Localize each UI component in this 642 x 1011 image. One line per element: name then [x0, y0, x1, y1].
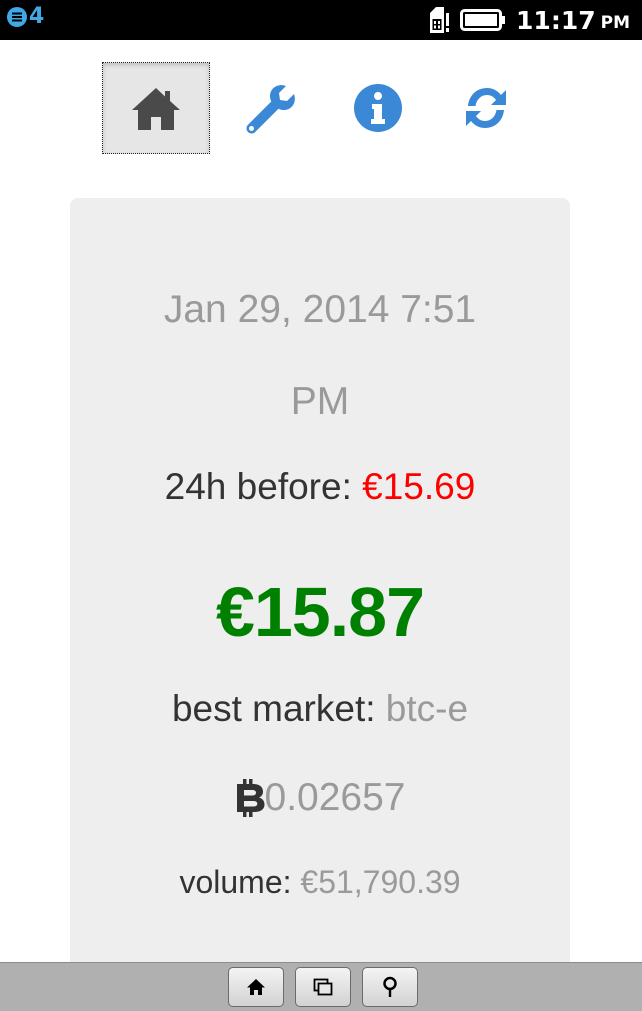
toolbar — [0, 40, 642, 180]
best-market: best market: btc-e — [70, 688, 570, 730]
wrench-icon — [246, 85, 295, 134]
market-label: best market: — [171, 688, 376, 729]
timestamp-line1: Jan 29, 2014 7:51 — [163, 288, 477, 331]
status-notifications[interactable]: 4 — [6, 6, 44, 28]
volume-label: volume: — [179, 864, 292, 900]
refresh-tab-button[interactable] — [432, 62, 540, 154]
home-tab-button[interactable] — [102, 62, 210, 154]
timestamp-line2: PM — [290, 380, 350, 423]
windows-icon — [313, 978, 333, 996]
status-right: 11:17 PM — [428, 4, 630, 36]
last-update-timestamp: Jan 29, 2014 7:51 PM — [70, 264, 570, 448]
clock-time: 11:17 — [516, 5, 596, 35]
home-icon — [247, 979, 265, 995]
before-value: €15.69 — [362, 466, 476, 507]
trading-volume: volume: €51,790.39 — [70, 864, 570, 901]
browser-location-button[interactable] — [362, 967, 418, 1007]
browser-bottom-bar — [0, 962, 642, 1011]
btc-rate: 0.02657 — [70, 776, 570, 820]
volume-value: €51,790.39 — [300, 864, 461, 900]
info-tab-button[interactable] — [324, 62, 432, 154]
clock-ampm: PM — [600, 12, 630, 33]
market-value: btc-e — [385, 688, 469, 729]
notification-count: 4 — [29, 4, 45, 29]
price-24h-before: 24h before: €15.69 — [70, 466, 570, 508]
sim-alert-icon — [430, 7, 450, 33]
before-label: 24h before: — [164, 466, 352, 507]
status-bar: 4 11:17 PM — [0, 0, 642, 40]
ticker-card: Jan 29, 2014 7:51 PM 24h before: €15.69 … — [70, 198, 570, 988]
notification-icon — [7, 7, 27, 27]
bitcoin-icon — [236, 779, 264, 817]
browser-windows-button[interactable] — [295, 967, 351, 1007]
browser-home-button[interactable] — [228, 967, 284, 1007]
refresh-icon — [466, 88, 506, 128]
current-price: €15.87 — [215, 573, 425, 651]
home-icon — [132, 88, 180, 130]
settings-tab-button[interactable] — [214, 62, 322, 154]
battery-icon — [460, 9, 506, 31]
info-icon — [354, 84, 402, 132]
location-pin-icon — [383, 976, 397, 997]
btc-value: 0.02657 — [264, 776, 406, 819]
